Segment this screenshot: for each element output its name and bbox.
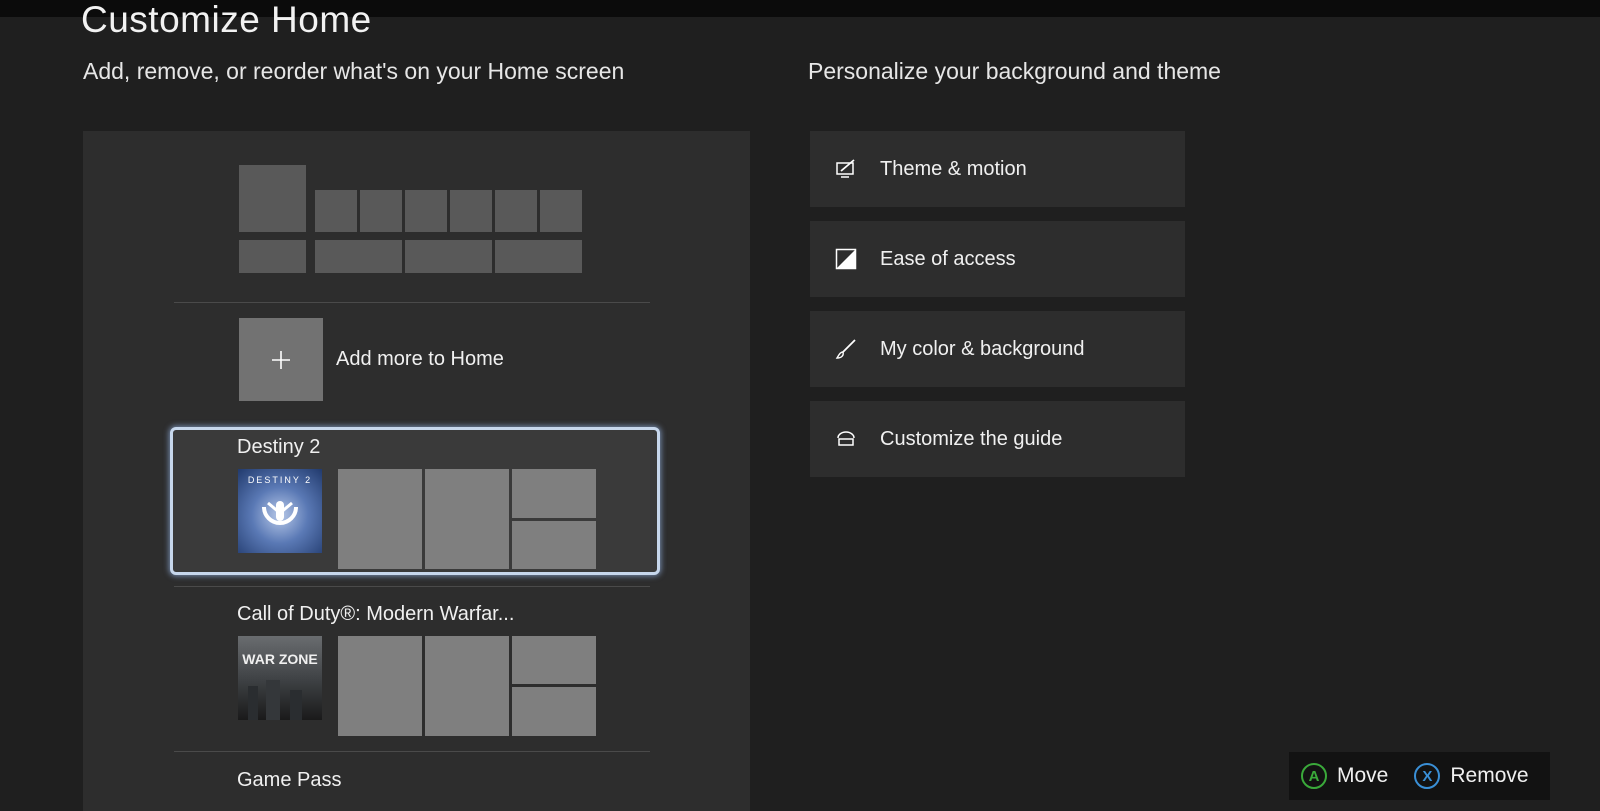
a-button-icon: A (1301, 763, 1327, 789)
group-title: Call of Duty®: Modern Warfar... (237, 603, 515, 625)
remove-hint-label: Remove (1450, 764, 1529, 787)
guide-icon (834, 427, 858, 451)
group-title: Game Pass (237, 769, 342, 791)
move-hint-label: Move (1337, 764, 1389, 787)
menu-item-label: My color & background (880, 337, 1085, 360)
personalize-section-subtitle: Personalize your background and theme (808, 58, 1221, 84)
preview-tile (315, 240, 402, 273)
divider (174, 751, 650, 752)
group-title: Destiny 2 (237, 436, 321, 458)
preview-tile (239, 240, 306, 273)
preview-tile (315, 190, 357, 232)
preview-tile (495, 190, 537, 232)
divider (174, 302, 650, 303)
menu-item-ease-of-access[interactable]: Ease of access (810, 221, 1185, 297)
add-more-label: Add more to Home (336, 348, 504, 370)
home-group-call-of-duty[interactable]: Call of Duty®: Modern Warfar... WAR ZONE (83, 603, 750, 743)
preview-tile (360, 190, 402, 232)
menu-item-label: Customize the guide (880, 427, 1063, 450)
theme-motion-icon (834, 157, 858, 181)
destiny-emblem-icon (262, 501, 298, 525)
destiny-2-art: DESTINY 2 (238, 469, 322, 553)
group-tile (425, 636, 509, 736)
home-group-destiny-2[interactable]: Destiny 2 DESTINY 2 (83, 436, 750, 576)
home-group-game-pass[interactable]: Game Pass (83, 769, 750, 809)
art-caption: WAR ZONE (242, 651, 318, 667)
ease-of-access-icon (834, 247, 858, 271)
group-tile (512, 521, 596, 569)
add-tile (239, 318, 323, 401)
preview-tile (540, 190, 582, 232)
menu-item-my-color-background[interactable]: My color & background (810, 311, 1185, 387)
preview-tile (239, 165, 306, 232)
page-title: Customize Home (81, 0, 372, 40)
divider (174, 586, 650, 587)
home-section-subtitle: Add, remove, or reorder what's on your H… (83, 58, 625, 84)
group-tile (338, 469, 422, 569)
preview-tile (405, 190, 447, 232)
plus-icon (272, 350, 290, 369)
group-tile (512, 636, 596, 684)
remove-hint[interactable]: X Remove (1414, 763, 1529, 789)
preview-tile (450, 190, 492, 232)
group-tile (512, 687, 596, 736)
preview-tile (495, 240, 582, 273)
group-tile (512, 469, 596, 518)
menu-item-label: Theme & motion (880, 157, 1027, 180)
menu-item-customize-guide[interactable]: Customize the guide (810, 401, 1185, 477)
group-tile (425, 469, 509, 569)
brush-icon (834, 337, 858, 361)
menu-item-label: Ease of access (880, 247, 1016, 270)
controller-hint-bar: A Move X Remove (1289, 752, 1550, 800)
x-button-icon: X (1414, 763, 1441, 789)
preview-tile (405, 240, 492, 273)
home-layout-panel: Add more to Home Destiny 2 DESTINY 2 Cal… (83, 131, 750, 811)
move-hint[interactable]: A Move (1301, 763, 1388, 789)
group-tile (338, 636, 422, 736)
warzone-art: WAR ZONE (238, 636, 322, 720)
menu-item-theme-motion[interactable]: Theme & motion (810, 131, 1185, 207)
